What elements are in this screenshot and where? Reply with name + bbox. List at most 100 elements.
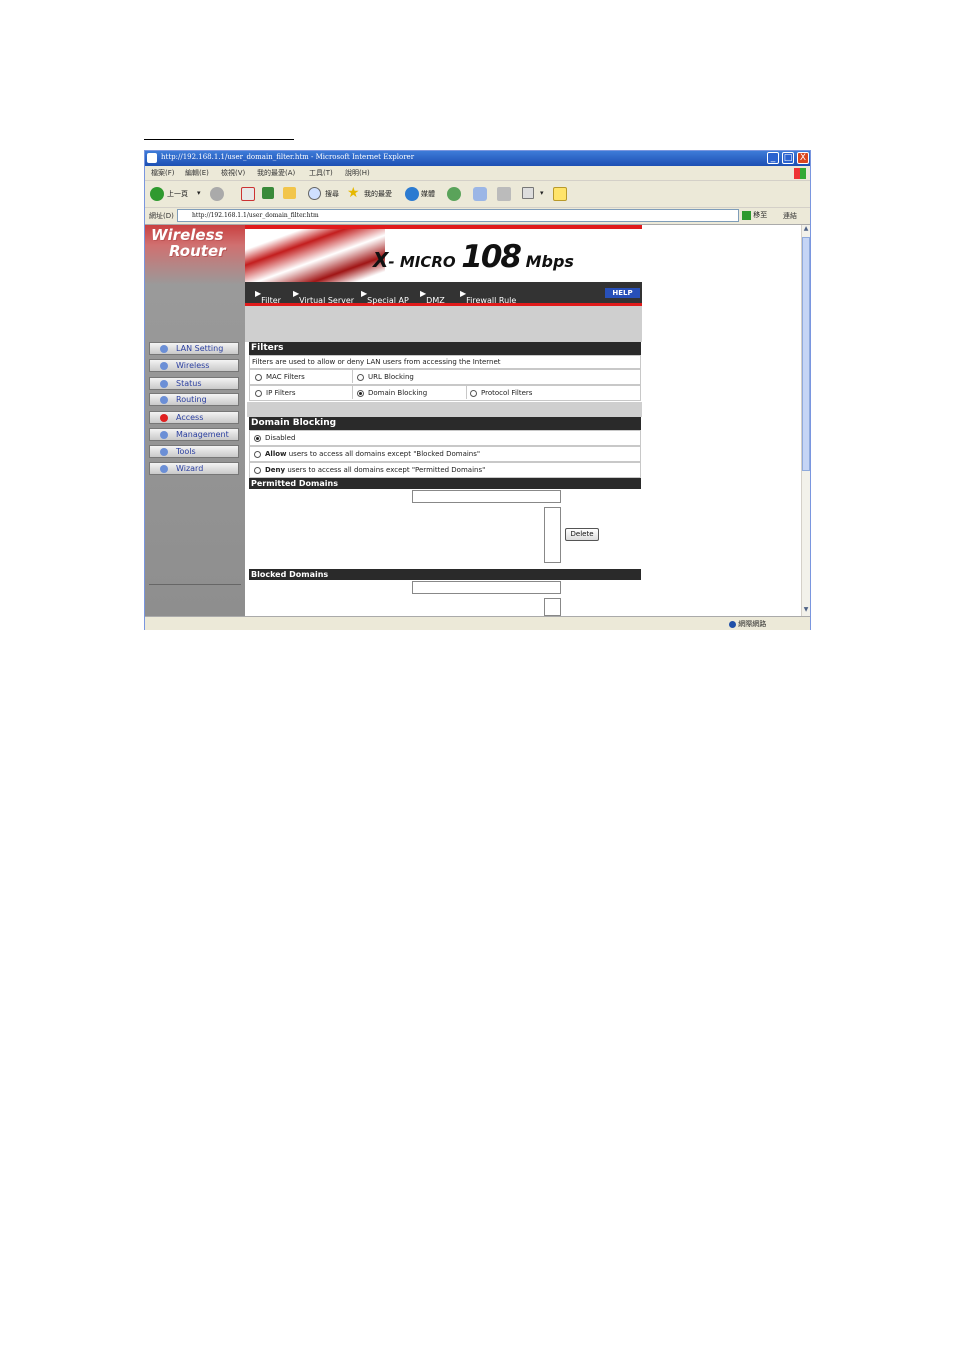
permitted-domain-list[interactable] — [544, 507, 561, 563]
section-gap — [247, 402, 642, 417]
print-icon[interactable] — [497, 187, 511, 201]
menu-file[interactable]: 檔案(F) — [151, 168, 175, 178]
links-button[interactable]: 連結 — [783, 211, 797, 221]
blocked-domain-list[interactable] — [544, 598, 561, 616]
favorites-button[interactable]: 我的最愛 — [364, 189, 392, 199]
status-bar: 網際網路 — [145, 616, 810, 630]
back-button[interactable]: 上一頁 — [167, 189, 188, 199]
nav-management[interactable]: Management — [149, 428, 239, 441]
vertical-scrollbar[interactable]: ▲ ▼ — [801, 225, 810, 616]
bullet-icon — [160, 448, 168, 456]
title-bar[interactable]: http://192.168.1.1/user_domain_filter.ht… — [145, 151, 810, 166]
scroll-down-icon[interactable]: ▼ — [802, 606, 810, 615]
tab-label: DMZ — [426, 296, 445, 305]
tab-dmz[interactable]: ▶ DMZ — [420, 289, 445, 305]
tab-label: Filter — [261, 296, 281, 305]
minimize-button[interactable]: _ — [767, 152, 779, 164]
media-icon[interactable] — [405, 187, 419, 201]
close-button[interactable]: X — [797, 152, 809, 164]
media-button[interactable]: 媒體 — [421, 189, 435, 199]
nav-routing[interactable]: Routing — [149, 393, 239, 406]
messenger-icon[interactable] — [553, 187, 567, 201]
deny-bold: Deny — [265, 466, 286, 474]
tab-virtual-server[interactable]: ▶ Virtual Server — [293, 289, 354, 305]
tab-firewall-rule[interactable]: ▶ Firewall Rule — [460, 289, 516, 305]
ie-icon — [147, 153, 157, 163]
nav-wizard[interactable]: Wizard — [149, 462, 239, 475]
nav-status[interactable]: Status — [149, 377, 239, 390]
sidebar-divider — [149, 584, 241, 585]
disabled-radio[interactable] — [254, 435, 261, 442]
stop-icon[interactable] — [241, 187, 255, 201]
tab-label: Firewall Rule — [466, 296, 517, 305]
address-label: 網址(D) — [149, 212, 174, 220]
menu-help[interactable]: 說明(H) — [345, 168, 370, 178]
active-bullet-icon — [160, 414, 168, 422]
status-zone: 網際網路 — [729, 619, 766, 629]
blocked-domain-input[interactable] — [412, 581, 561, 594]
address-bar: 網址(D) http://192.168.1.1/user_domain_fil… — [145, 208, 810, 225]
back-arrow-icon[interactable] — [150, 187, 164, 201]
main-content: Filters Filters are used to allow or den… — [247, 342, 642, 616]
header-spacer — [245, 306, 642, 342]
menu-tools[interactable]: 工具(T) — [309, 168, 333, 178]
edit-icon[interactable] — [522, 187, 534, 199]
tab-bar: ▶ Filter ▶ Virtual Server ▶ Special AP ▶ … — [245, 282, 642, 306]
logo-mbps: Mbps — [525, 252, 574, 271]
xmicro-logo: X- MICRO 108 Mbps — [373, 239, 574, 275]
delete-button[interactable]: Delete — [565, 528, 599, 541]
nav-lan-setting[interactable]: LAN Setting — [149, 342, 239, 355]
tab-special-ap[interactable]: ▶ Special AP — [361, 289, 409, 305]
refresh-icon[interactable] — [262, 187, 274, 199]
back-dropdown-icon[interactable]: ▾ — [197, 189, 201, 197]
favorites-star-icon[interactable]: ★ — [347, 185, 360, 201]
domain-blocking-radio[interactable] — [357, 390, 364, 397]
allow-radio[interactable] — [254, 451, 261, 458]
filters-title: Filters — [249, 342, 641, 355]
mac-filters-label: MAC Filters — [266, 373, 305, 381]
url-blocking-radio[interactable] — [357, 374, 364, 381]
filters-description: Filters are used to allow or deny LAN us… — [252, 358, 501, 366]
protocol-filters-radio[interactable] — [470, 390, 477, 397]
mail-icon[interactable] — [473, 187, 487, 201]
history-icon[interactable] — [447, 187, 461, 201]
blocked-domains-title: Blocked Domains — [249, 569, 641, 580]
window-title: http://192.168.1.1/user_domain_filter.ht… — [161, 153, 415, 161]
nav-label: Management — [176, 430, 229, 439]
home-icon[interactable] — [283, 187, 296, 199]
scroll-up-icon[interactable]: ▲ — [802, 225, 810, 234]
edit-dropdown-icon[interactable]: ▾ — [540, 189, 544, 197]
menu-favorites[interactable]: 我的最愛(A) — [257, 168, 295, 178]
filters-row-2: IP Filters Domain Blocking Protocol Filt… — [249, 385, 641, 401]
logo-108: 108 — [461, 239, 522, 275]
menu-edit[interactable]: 編輯(E) — [185, 168, 209, 178]
ip-filters-radio[interactable] — [255, 390, 262, 397]
forward-arrow-icon[interactable] — [210, 187, 224, 201]
nav-label: LAN Setting — [176, 344, 224, 353]
page-viewport: Wireless Router LAN Setting Wireless Sta… — [145, 225, 801, 616]
nav-access[interactable]: Access — [149, 411, 239, 424]
address-url: http://192.168.1.1/user_domain_filter.ht… — [192, 212, 319, 219]
menu-view[interactable]: 檢視(V) — [221, 168, 245, 178]
mac-filters-radio[interactable] — [255, 374, 262, 381]
permitted-domain-input[interactable] — [412, 490, 561, 503]
domain-blocking-cell: Domain Blocking — [352, 386, 467, 399]
nav-wireless[interactable]: Wireless — [149, 359, 239, 372]
search-icon[interactable] — [308, 187, 321, 200]
address-input[interactable]: http://192.168.1.1/user_domain_filter.ht… — [177, 209, 739, 222]
help-button[interactable]: HELP — [605, 288, 640, 298]
domain-blocking-title: Domain Blocking — [249, 417, 641, 430]
globe-icon — [729, 620, 736, 628]
maximize-button[interactable]: □ — [782, 152, 794, 164]
scroll-thumb[interactable] — [802, 237, 810, 471]
allow-row: Allow users to access all domains except… — [249, 446, 641, 462]
search-button[interactable]: 搜尋 — [325, 189, 339, 199]
deny-radio[interactable] — [254, 467, 261, 474]
permitted-domains-title: Permitted Domains — [249, 478, 641, 489]
zone-label: 網際網路 — [738, 620, 767, 628]
go-button[interactable]: 移至 — [742, 210, 767, 220]
mac-filters-cell: MAC Filters — [250, 370, 353, 383]
tab-filter[interactable]: ▶ Filter — [255, 289, 281, 305]
nav-tools[interactable]: Tools — [149, 445, 239, 458]
filters-row-1: MAC Filters URL Blocking — [249, 369, 641, 385]
